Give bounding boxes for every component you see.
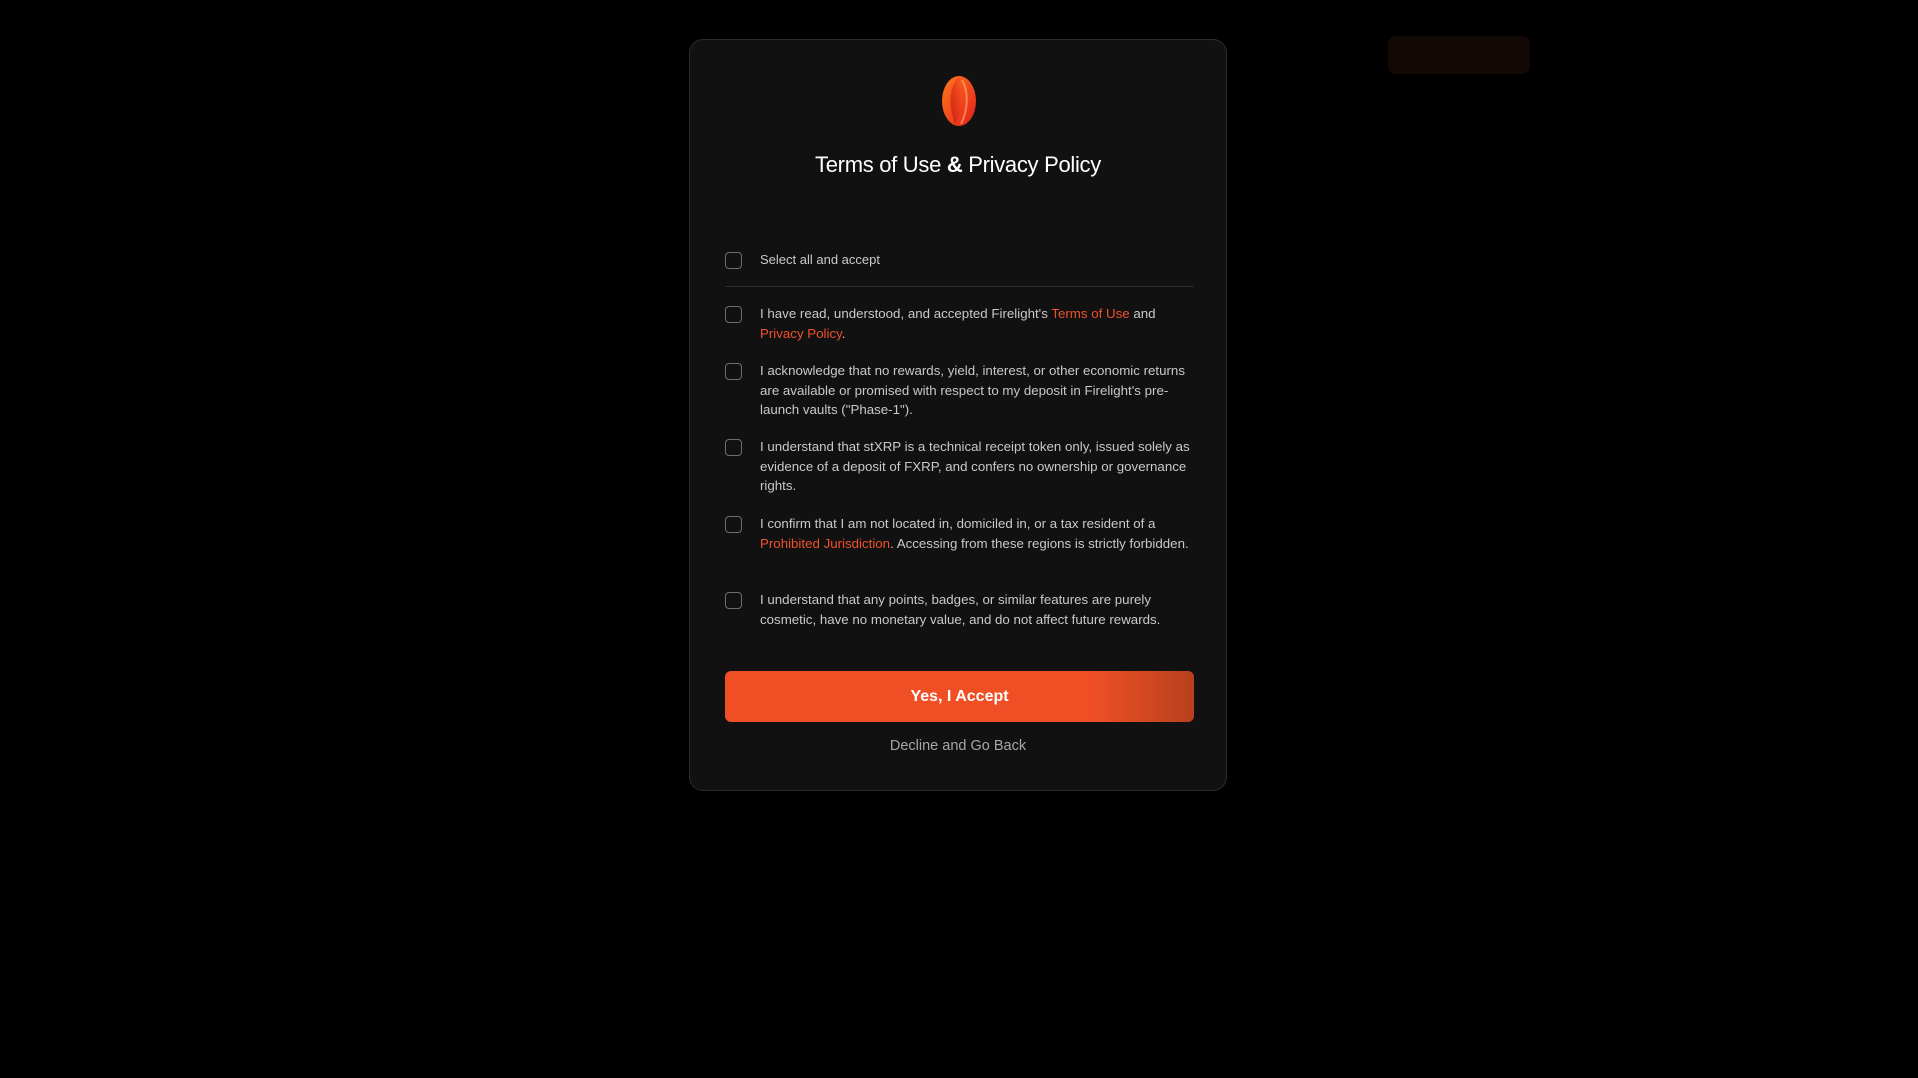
terms-checkbox[interactable]	[725, 306, 742, 323]
stxrp-statement: I understand that stXRP is a technical r…	[760, 439, 1190, 493]
no-rewards-statement: I acknowledge that no rewards, yield, in…	[760, 363, 1185, 417]
firelight-flame-icon	[942, 76, 976, 126]
privacy-policy-link[interactable]: Privacy Policy	[760, 326, 842, 341]
select-all-checkbox[interactable]	[725, 252, 742, 269]
select-all-label: Select all and accept	[760, 252, 880, 267]
stxrp-checkbox[interactable]	[725, 439, 742, 456]
jurisdiction-statement: I confirm that I am not located in, domi…	[760, 516, 1189, 551]
points-statement: I understand that any points, badges, or…	[760, 592, 1161, 627]
terms-modal: Terms of Use & Privacy Policy Select all…	[689, 39, 1227, 791]
accept-button[interactable]: Yes, I Accept	[725, 671, 1194, 722]
jurisdiction-checkbox[interactable]	[725, 516, 742, 533]
terms-of-use-link[interactable]: Terms of Use	[1051, 306, 1129, 321]
divider	[725, 286, 1194, 287]
decline-button[interactable]: Decline and Go Back	[690, 738, 1226, 754]
background-header-button	[1388, 36, 1530, 74]
modal-title: Terms of Use & Privacy Policy	[815, 152, 1101, 177]
points-checkbox[interactable]	[725, 592, 742, 609]
terms-statement: I have read, understood, and accepted Fi…	[760, 306, 1156, 341]
prohibited-jurisdiction-link[interactable]: Prohibited Jurisdiction	[760, 536, 890, 551]
no-rewards-checkbox[interactable]	[725, 363, 742, 380]
